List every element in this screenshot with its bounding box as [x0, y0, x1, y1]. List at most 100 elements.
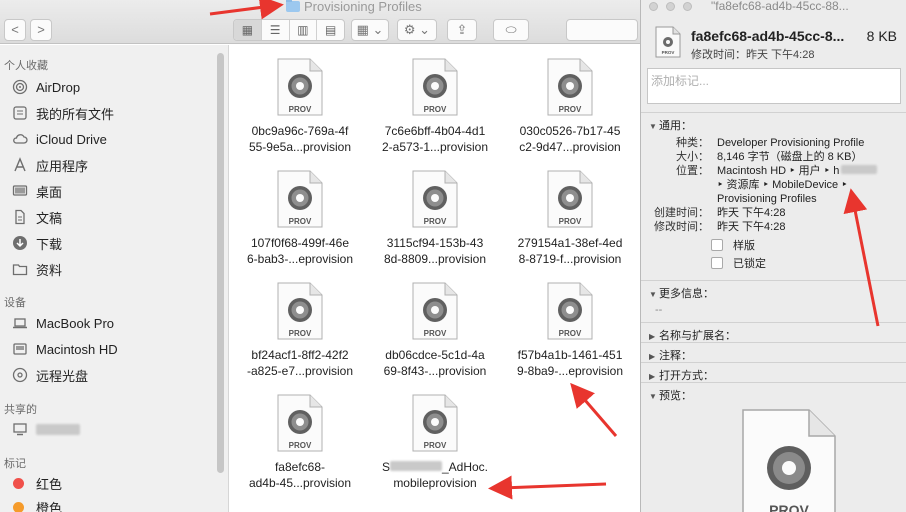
provision-file-icon: PROV — [277, 394, 323, 452]
sidebar: 个人收藏 AirDrop 我的所有文件 iCloud Drive 应用程序 桌面… — [0, 45, 229, 512]
file-item[interactable]: PROV 0bc9a96c-769a-4f 55-9e5a...provision — [230, 57, 370, 155]
gallery-view-button[interactable]: ▤ — [317, 20, 344, 40]
sidebar-item-shared-computer[interactable] — [10, 419, 80, 439]
view-mode-segment[interactable]: ▦ ☰ ▥ ▤ — [233, 19, 345, 41]
file-item[interactable]: PROV fa8efc68- ad4b-45...provision — [230, 393, 370, 491]
svg-text:PROV: PROV — [424, 105, 447, 114]
more-info-header[interactable]: ▼ 更多信息： — [649, 285, 714, 301]
back-button[interactable]: < — [4, 19, 26, 41]
folder-icon — [286, 0, 300, 12]
file-name: f57b4a1b-1461-451 9-8ba9-...eprovision — [516, 348, 624, 378]
folder-icon — [10, 261, 30, 277]
sidebar-item-icloud[interactable]: iCloud Drive — [10, 129, 107, 149]
sidebar-item-tag-red[interactable]: 红色 — [10, 473, 62, 493]
sidebar-item-all-files[interactable]: 我的所有文件 — [10, 103, 114, 123]
sidebar-item-tag-orange[interactable]: 橙色 — [10, 497, 62, 512]
applications-icon — [10, 157, 30, 173]
sidebar-item-downloads[interactable]: 下载 — [10, 233, 62, 253]
sidebar-item-label: 文稿 — [36, 210, 63, 226]
forward-button[interactable]: > — [30, 19, 52, 41]
file-name: fa8efc68- ad4b-45...provision — [248, 460, 352, 490]
provision-file-icon: PROV — [655, 26, 681, 58]
devices-header: 设备 — [4, 297, 26, 309]
file-item[interactable]: PROV 7c6e6bff-4b04-4d1 2-a573-1...provisi… — [365, 57, 505, 155]
arrange-button[interactable]: ▦ ⌄ — [351, 19, 389, 41]
monitor-icon — [10, 421, 30, 437]
list-view-button[interactable]: ☰ — [262, 20, 290, 40]
favorites-header: 个人收藏 — [4, 60, 48, 72]
column-view-button[interactable]: ▥ — [290, 20, 318, 40]
locked-checkbox[interactable]: 已锁定 — [711, 255, 766, 271]
open-with-section[interactable]: ▶ 打开方式： — [641, 362, 906, 382]
file-item[interactable]: PROV 3115cf94-153b-43 8d-8809...provision — [365, 169, 505, 267]
file-item[interactable]: PROV bf24acf1-8ff2-42f2 -a825-e7...provis… — [230, 281, 370, 379]
provision-file-icon: PROV — [412, 58, 458, 116]
file-grid: PROV 0bc9a96c-769a-4f 55-9e5a...provision… — [230, 45, 640, 512]
name-extension-section[interactable]: ▶ 名称与扩展名： — [641, 322, 906, 342]
file-name: S _AdHoc. mobileprovision — [381, 460, 489, 490]
comments-section[interactable]: ▶ 注释： — [641, 342, 906, 362]
modified-row: 修改时间： 昨天 下午4:28 — [654, 221, 786, 233]
svg-text:PROV: PROV — [289, 105, 312, 114]
sidebar-item-label: 下载 — [36, 236, 63, 252]
sidebar-item-label: 红色 — [36, 476, 63, 492]
sidebar-scrollbar[interactable] — [217, 53, 224, 473]
svg-text:PROV: PROV — [424, 329, 447, 338]
file-item[interactable]: PROV f57b4a1b-1461-451 9-8ba9-...eprovisi… — [500, 281, 640, 379]
window-controls[interactable] — [649, 2, 692, 11]
sidebar-item-folder[interactable]: 资料 — [10, 259, 62, 279]
sidebar-item-label: 远程光盘 — [36, 368, 89, 384]
info-window-title: "fa8efc68-ad4b-45cc-88... — [711, 0, 849, 13]
created-row: 创建时间： 昨天 下午4:28 — [654, 207, 786, 219]
file-item[interactable]: PROV 279154a1-38ef-4ed 8-8719-f...provisi… — [500, 169, 640, 267]
info-header: PROV fa8efc68-ad4b-45cc-8... 8 KB 修改时间：昨… — [641, 18, 906, 68]
file-item[interactable]: PROV S _AdHoc. mobileprovision — [365, 393, 505, 491]
general-section-header[interactable]: ▼ 通用： — [649, 117, 692, 133]
where-row-3: Provisioning Profiles — [717, 193, 817, 205]
stationery-checkbox[interactable]: 样版 — [711, 237, 755, 253]
sidebar-item-applications[interactable]: 应用程序 — [10, 155, 88, 175]
file-name: 3115cf94-153b-43 8d-8809...provision — [383, 236, 487, 266]
laptop-icon — [10, 315, 30, 331]
search-field[interactable] — [566, 19, 638, 41]
downloads-icon — [10, 235, 30, 251]
provision-file-icon: PROV — [547, 170, 593, 228]
sidebar-item-airdrop[interactable]: AirDrop — [10, 77, 80, 97]
sidebar-item-macintosh-hd[interactable]: Macintosh HD — [10, 339, 118, 359]
tags-placeholder: 添加标记... — [651, 74, 710, 88]
preview-header[interactable]: ▼ 预览： — [649, 387, 692, 403]
provision-file-icon: PROV — [277, 170, 323, 228]
svg-text:PROV: PROV — [289, 329, 312, 338]
redacted-name — [389, 461, 442, 471]
sidebar-item-documents[interactable]: 文稿 — [10, 207, 62, 227]
info-modified-line: 修改时间：昨天 下午4:28 — [691, 49, 815, 61]
share-button[interactable]: ⇪ — [447, 19, 477, 41]
finder-toolbar: Provisioning Profiles < > ▦ ☰ ▥ ▤ ▦ ⌄ ⚙ … — [0, 0, 640, 44]
tags-button[interactable]: ⬭ — [493, 19, 529, 41]
sidebar-item-macbook[interactable]: MacBook Pro — [10, 313, 114, 333]
file-item[interactable]: PROV 030c0526-7b17-45 c2-9d47...provision — [500, 57, 640, 155]
sidebar-item-remote-disc[interactable]: 远程光盘 — [10, 365, 88, 385]
shared-header: 共享的 — [4, 404, 37, 416]
info-titlebar: "fa8efc68-ad4b-45cc-88... — [641, 0, 906, 14]
file-name: 0bc9a96c-769a-4f 55-9e5a...provision — [248, 124, 352, 154]
disc-icon — [10, 367, 30, 383]
svg-text:PROV: PROV — [289, 217, 312, 226]
cloud-icon — [10, 131, 30, 147]
window-title: Provisioning Profiles — [286, 0, 422, 14]
svg-text:PROV: PROV — [559, 105, 582, 114]
file-item[interactable]: PROV 107f0f68-499f-46e 6-bab3-...eprovisi… — [230, 169, 370, 267]
icon-view-button[interactable]: ▦ — [234, 20, 262, 40]
file-name: 7c6e6bff-4b04-4d1 2-a573-1...provision — [381, 124, 489, 154]
tags-input[interactable]: 添加标记... — [647, 68, 901, 104]
sidebar-item-desktop[interactable]: 桌面 — [10, 181, 62, 201]
disclosure-closed-icon: ▶ — [649, 372, 656, 381]
provision-file-icon: PROV — [547, 282, 593, 340]
action-gear-button[interactable]: ⚙ ⌄ — [397, 19, 437, 41]
tags-header: 标记 — [4, 458, 26, 470]
sidebar-item-label: 资料 — [36, 262, 63, 278]
red-tag-icon — [10, 475, 30, 491]
sidebar-item-label: Macintosh HD — [36, 341, 118, 357]
file-item[interactable]: PROV db06cdce-5c1d-4a 69-8f43-...provisio… — [365, 281, 505, 379]
orange-tag-icon — [10, 499, 30, 512]
